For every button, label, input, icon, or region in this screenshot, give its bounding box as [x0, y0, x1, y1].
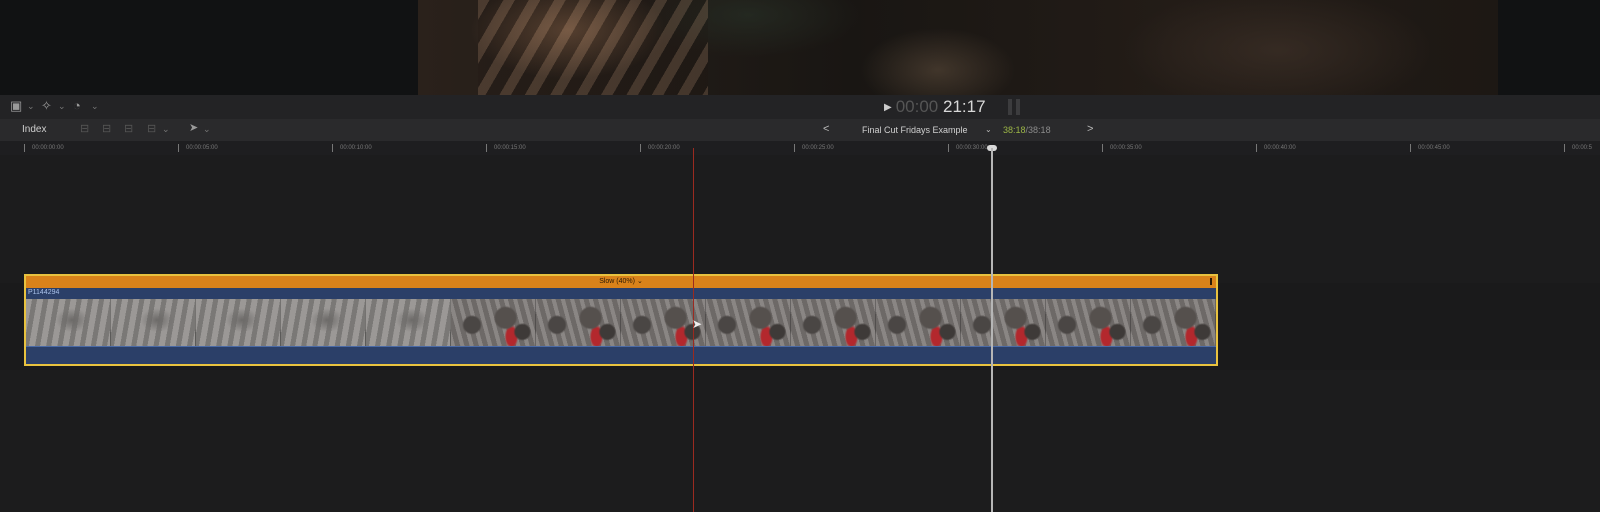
duration-total: 38:18 [1028, 125, 1051, 135]
ruler-tick [486, 144, 487, 152]
filmstrip-thumbnail [366, 299, 451, 346]
ruler-tick [1102, 144, 1103, 152]
project-name[interactable]: Final Cut Fridays Example [862, 123, 968, 137]
filmstrip-thumbnail [876, 299, 961, 346]
ruler-tick-label: 00:00:00:00 [32, 145, 64, 151]
duration-current: 38:18 [1003, 125, 1026, 135]
filmstrip-thumbnail [1131, 299, 1216, 346]
filmstrip-thumbnail [961, 299, 1046, 346]
filmstrip-thumbnail [281, 299, 366, 346]
insert-clip-icon[interactable]: ⊟ [102, 121, 111, 137]
filmstrip-thumbnail [536, 299, 621, 346]
timeline-toolbar [0, 119, 1600, 142]
audio-meter-icon[interactable] [1008, 99, 1022, 115]
ruler-tick-label: 00:00:45:00 [1418, 145, 1450, 151]
back-arrow-icon[interactable]: < [823, 121, 829, 137]
forward-arrow-icon[interactable]: > [1087, 121, 1093, 137]
ruler-tick [640, 144, 641, 152]
overwrite-clip-icon[interactable]: ⊟ [147, 121, 156, 137]
retime-handle[interactable] [1210, 278, 1212, 285]
ruler-tick [332, 144, 333, 152]
clip-filmstrip [26, 299, 1216, 346]
viewer-toolbar [0, 95, 1600, 119]
magic-wand-icon[interactable]: ✧ [41, 98, 52, 114]
ruler-tick [1410, 144, 1411, 152]
skimmer-line[interactable] [991, 148, 993, 512]
filmstrip-thumbnail [791, 299, 876, 346]
connect-clip-icon[interactable]: ⊟ [80, 121, 89, 137]
ruler-tick-label: 00:00:15:00 [494, 145, 526, 151]
index-button[interactable]: Index [22, 122, 46, 138]
chevron-down-icon[interactable]: ⌄ [985, 123, 992, 137]
chevron-down-icon[interactable]: ⌄ [91, 98, 99, 114]
ruler-tick-label: 00:00:30:00 [956, 145, 988, 151]
square-select-icon[interactable]: ▣ [10, 98, 22, 114]
retime-bar[interactable]: Slow (40%) ⌄ [26, 276, 1216, 288]
chevron-down-icon[interactable]: ⌄ [27, 98, 35, 114]
play-icon[interactable]: ▶ [884, 102, 892, 113]
clip-name: P1144294 [28, 289, 60, 296]
timeline-ruler[interactable] [0, 141, 1600, 155]
video-viewer[interactable] [418, 0, 1498, 95]
ruler-tick-label: 00:00:25:00 [802, 145, 834, 151]
mouse-cursor-icon: ➤ [692, 317, 703, 331]
ruler-tick-label: 00:00:10:00 [340, 145, 372, 151]
ruler-tick [178, 144, 179, 152]
filmstrip-thumbnail [706, 299, 791, 346]
retime-label[interactable]: Slow (40%) ⌄ [26, 276, 1216, 288]
speedometer-icon[interactable]: ◔ [73, 98, 81, 114]
append-clip-icon[interactable]: ⊟ [124, 121, 133, 137]
ruler-tick [1256, 144, 1257, 152]
timecode-display[interactable]: ▶ 00:00 21:17 [884, 96, 986, 118]
audio-waveform [26, 346, 1216, 364]
chevron-down-icon[interactable]: ⌄ [203, 121, 211, 137]
project-duration: 38:18/38:18 [1003, 123, 1051, 137]
ruler-tick-label: 00:00:20:00 [648, 145, 680, 151]
arrow-cursor-icon[interactable]: ➤ [189, 120, 198, 136]
viewer-frame-detail [478, 0, 708, 95]
filmstrip-thumbnail [196, 299, 281, 346]
ruler-tick [948, 144, 949, 152]
chevron-down-icon[interactable]: ⌄ [58, 98, 66, 114]
chevron-down-icon[interactable]: ⌄ [162, 121, 170, 137]
ruler-tick-label: 00:00:5 [1572, 145, 1593, 151]
filmstrip-thumbnail [451, 299, 536, 346]
filmstrip-thumbnail [1046, 299, 1131, 346]
ruler-tick [24, 144, 25, 152]
timecode-prefix: 00:00 [895, 97, 939, 116]
ruler-tick [1564, 144, 1565, 152]
video-clip[interactable]: Slow (40%) ⌄ P1144294 [24, 274, 1218, 366]
filmstrip-thumbnail [26, 299, 111, 346]
ruler-tick-label: 00:00:35:00 [1110, 145, 1142, 151]
ruler-tick-label: 00:00:40:00 [1264, 145, 1296, 151]
ruler-tick [794, 144, 795, 152]
timecode-value: 21:17 [942, 97, 986, 116]
ruler-tick-label: 00:00:05:00 [186, 145, 218, 151]
filmstrip-thumbnail [111, 299, 196, 346]
viewer-background [0, 0, 1600, 95]
